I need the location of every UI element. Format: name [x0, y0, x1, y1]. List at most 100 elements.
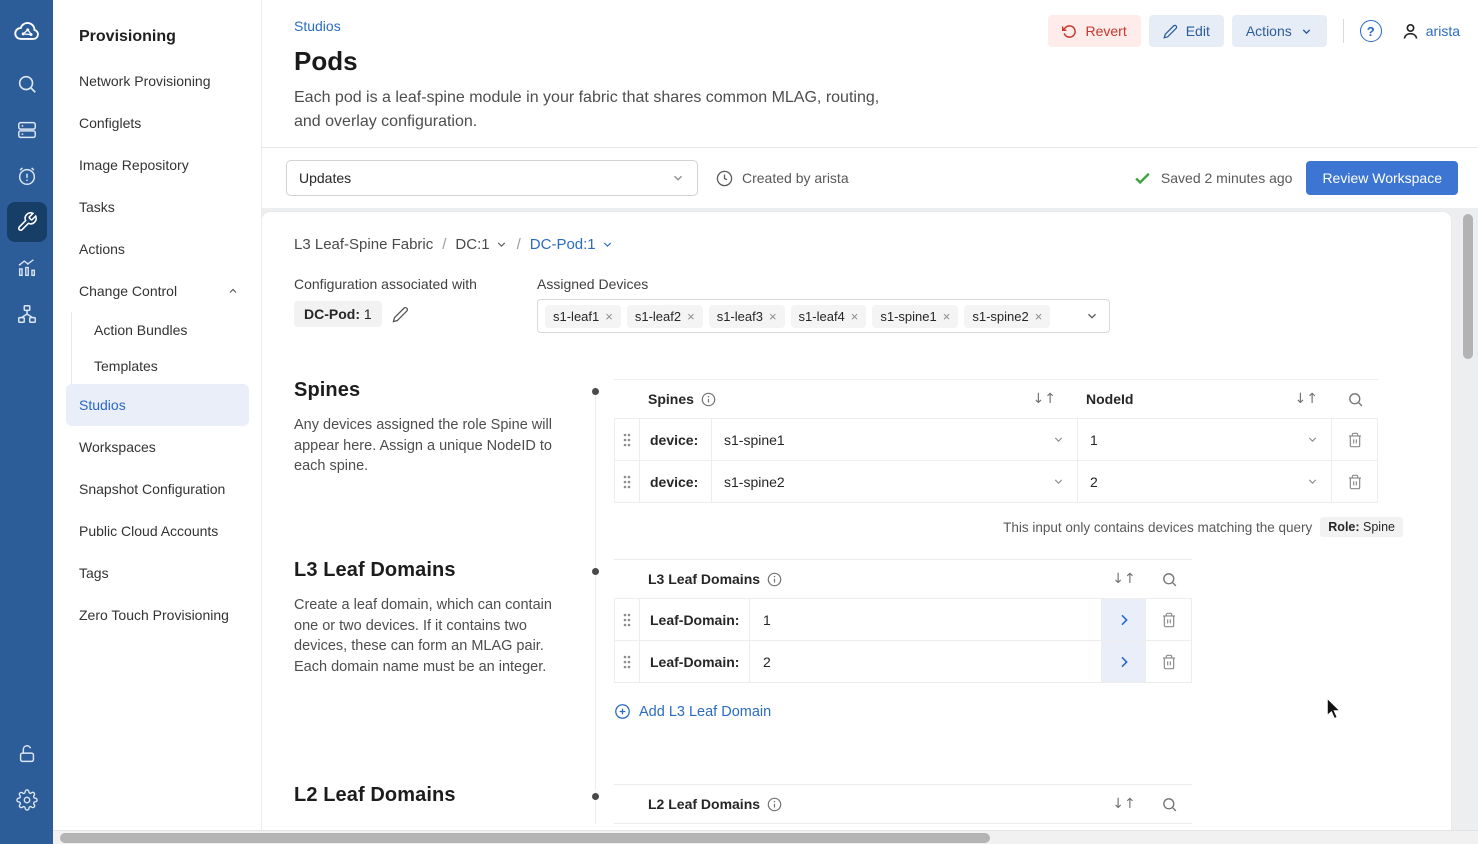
trash-icon — [1161, 612, 1177, 628]
spines-description: Any devices assigned the role Spine will… — [294, 415, 556, 477]
l3-description: Create a leaf domain, which can contain … — [294, 595, 556, 677]
info-icon[interactable] — [767, 797, 782, 812]
sort-icon[interactable]: ↓↑ — [1112, 796, 1135, 812]
edit-pencil-icon[interactable] — [392, 306, 409, 323]
device-select[interactable]: s1-spine2 — [712, 461, 1078, 502]
provisioning-wrench-icon[interactable] — [7, 202, 47, 242]
vertical-scrollbar-thumb[interactable] — [1463, 214, 1473, 359]
events-alarm-icon[interactable] — [7, 156, 47, 196]
sidebar-item-templates[interactable]: Templates — [94, 348, 249, 384]
cloudvision-logo-icon[interactable] — [7, 12, 47, 52]
edit-button[interactable]: Edit — [1149, 15, 1224, 47]
horizontal-scrollbar-track[interactable] — [53, 830, 1478, 844]
config-associated: Configuration associated with DC-Pod: 1 — [294, 276, 537, 333]
search-icon[interactable] — [1161, 571, 1178, 588]
check-icon — [1133, 169, 1152, 188]
device-select[interactable]: s1-spine1 — [712, 419, 1078, 460]
remove-chip-icon[interactable]: × — [1035, 309, 1043, 324]
plus-circle-icon — [614, 703, 631, 720]
sidebar-item-studios[interactable]: Studios — [66, 384, 249, 426]
domain-value[interactable]: 2 — [750, 641, 1102, 682]
remove-chip-icon[interactable]: × — [605, 309, 613, 324]
chevron-down-icon — [1306, 433, 1319, 446]
breadcrumb-pod-dropdown[interactable]: DC-Pod:1 — [530, 236, 614, 253]
open-domain-button[interactable] — [1102, 641, 1146, 682]
remove-chip-icon[interactable]: × — [943, 309, 951, 324]
horizontal-scrollbar-thumb[interactable] — [60, 833, 990, 843]
spines-table: Spines ↓↑ NodeId ↓↑ — [614, 379, 1378, 503]
sidebar-item-public-cloud-accounts[interactable]: Public Cloud Accounts — [66, 510, 249, 552]
sort-icon[interactable]: ↓↑ — [1033, 391, 1056, 407]
created-by-label: Created by arista — [742, 170, 849, 186]
actions-menu-button[interactable]: Actions — [1232, 15, 1327, 47]
device-chip: s1-spine2× — [964, 305, 1050, 328]
search-icon[interactable] — [1161, 796, 1178, 813]
search-icon[interactable] — [7, 64, 47, 104]
remove-chip-icon[interactable]: × — [769, 309, 777, 324]
section-anchor — [562, 784, 614, 824]
chevron-right-icon — [1116, 654, 1132, 670]
l3-domain-row: Leaf-Domain: 1 — [614, 599, 1192, 641]
sidebar-item-zero-touch-provisioning[interactable]: Zero Touch Provisioning — [66, 594, 249, 636]
info-icon[interactable] — [767, 572, 782, 587]
sidebar-item-change-control[interactable]: Change Control — [66, 270, 249, 312]
search-icon[interactable] — [1347, 391, 1364, 408]
devices-icon[interactable] — [7, 110, 47, 150]
device-chip-label: s1-leaf4 — [799, 309, 845, 324]
lock-open-icon[interactable] — [7, 734, 47, 774]
nodeid-select[interactable]: 2 — [1078, 461, 1332, 502]
sidebar-item-image-repository[interactable]: Image Repository — [66, 144, 249, 186]
spines-section: Spines Any devices assigned the role Spi… — [294, 379, 1451, 537]
device-select-value: s1-spine1 — [724, 432, 785, 448]
remove-chip-icon[interactable]: × — [687, 309, 695, 324]
sort-icon[interactable]: ↓↑ — [1295, 391, 1318, 407]
remove-chip-icon[interactable]: × — [851, 309, 859, 324]
drag-handle[interactable] — [614, 419, 640, 460]
settings-gear-icon[interactable] — [7, 780, 47, 820]
breadcrumb-dc-dropdown[interactable]: DC:1 — [455, 236, 507, 253]
chevron-down-icon[interactable] — [1085, 309, 1099, 323]
row-key-label: device: — [640, 419, 712, 460]
open-domain-button[interactable] — [1102, 599, 1146, 640]
add-l3-leaf-domain-button[interactable]: Add L3 Leaf Domain — [614, 703, 1192, 720]
help-icon[interactable]: ? — [1360, 20, 1382, 42]
info-icon[interactable] — [701, 392, 716, 407]
nodeid-select[interactable]: 1 — [1078, 419, 1332, 460]
assigned-devices-input[interactable]: s1-leaf1× s1-leaf2× s1-leaf3× s1-leaf4× … — [537, 299, 1110, 333]
sort-icon[interactable]: ↓↑ — [1112, 571, 1135, 587]
device-chip: s1-leaf3× — [709, 305, 785, 328]
sidebar-item-snapshot-configuration[interactable]: Snapshot Configuration — [66, 468, 249, 510]
breadcrumb-studios-link[interactable]: Studios — [294, 18, 341, 34]
trash-icon — [1347, 474, 1363, 490]
divider — [1343, 19, 1344, 43]
review-workspace-button[interactable]: Review Workspace — [1306, 161, 1458, 195]
sidebar-item-network-provisioning[interactable]: Network Provisioning — [66, 60, 249, 102]
sidebar-item-tags[interactable]: Tags — [66, 552, 249, 594]
user-menu[interactable]: arista — [1400, 21, 1460, 42]
workspace-bar: Updates Created by arista Saved 2 minute… — [262, 147, 1478, 208]
sidebar-item-configlets[interactable]: Configlets — [66, 102, 249, 144]
drag-handle[interactable] — [614, 599, 640, 640]
sidebar-item-action-bundles[interactable]: Action Bundles — [94, 312, 249, 348]
saved-status: Saved 2 minutes ago — [1133, 169, 1293, 188]
sidebar-item-actions[interactable]: Actions — [66, 228, 249, 270]
domain-value[interactable]: 1 — [750, 599, 1102, 640]
topology-icon[interactable] — [7, 294, 47, 334]
delete-row-button[interactable] — [1146, 641, 1192, 682]
sidebar-title: Provisioning — [79, 28, 249, 46]
revert-button[interactable]: Revert — [1048, 15, 1140, 47]
pencil-icon — [1163, 24, 1178, 39]
delete-row-button[interactable] — [1332, 419, 1378, 460]
spines-column-title: Spines — [648, 391, 694, 407]
sidebar-item-tasks[interactable]: Tasks — [66, 186, 249, 228]
dashboards-metrics-icon[interactable] — [7, 248, 47, 288]
l2-leaf-domains-section: L2 Leaf Domains L2 Leaf Domains — [294, 784, 1451, 824]
drag-handle[interactable] — [614, 641, 640, 682]
breadcrumb-fabric[interactable]: L3 Leaf-Spine Fabric — [294, 236, 433, 253]
delete-row-button[interactable] — [1332, 461, 1378, 502]
drag-handle[interactable] — [614, 461, 640, 502]
delete-row-button[interactable] — [1146, 599, 1192, 640]
workspace-select[interactable]: Updates — [286, 160, 698, 196]
chevron-down-icon — [671, 171, 685, 185]
sidebar-item-workspaces[interactable]: Workspaces — [66, 426, 249, 468]
